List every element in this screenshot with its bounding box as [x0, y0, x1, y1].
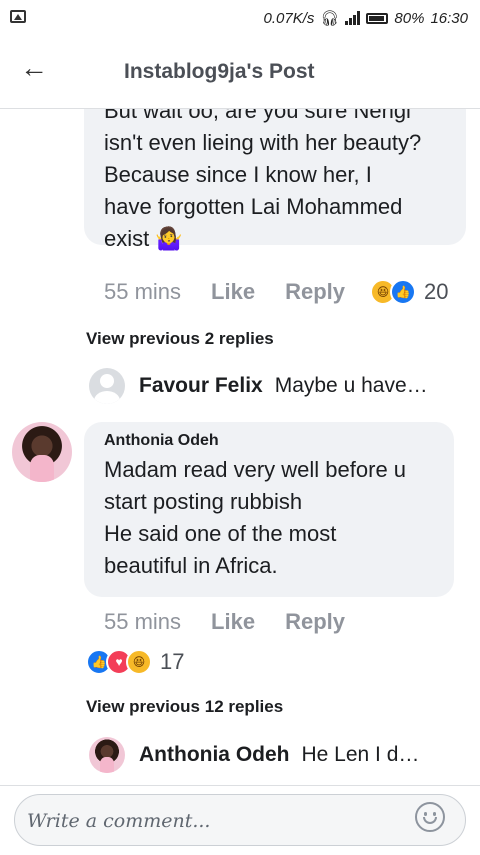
battery-icon: [366, 12, 389, 24]
comments-thread[interactable]: But wait oo, are you sure Nengi isn't ev…: [0, 109, 480, 785]
view-previous-replies[interactable]: View previous 12 replies: [86, 697, 283, 717]
comment-input[interactable]: Write a comment...: [14, 794, 466, 846]
arrow-left-icon[interactable]: ←: [20, 54, 52, 86]
signal-icon: [345, 11, 361, 25]
reaction-summary[interactable]: 👍 ♥ 😆 17: [86, 649, 184, 675]
reply-text: Maybe u have…: [274, 374, 428, 397]
app-header: ← Instablog9ja's Post: [0, 36, 480, 109]
comment-time: 55 mins: [104, 279, 182, 304]
comment-time: 55 mins: [104, 609, 182, 634]
clock: 16:30: [430, 9, 468, 27]
reaction-count: 17: [160, 649, 185, 674]
reply-button[interactable]: Reply: [285, 609, 345, 635]
reply-button[interactable]: Reply: [285, 279, 345, 305]
reply-author[interactable]: Anthonia Odeh: [139, 743, 290, 767]
reply-text: He Len I d…: [301, 743, 420, 766]
comment-composer: Write a comment...: [0, 785, 480, 855]
reaction-summary[interactable]: 😆 👍 20: [370, 279, 448, 305]
battery-level: 80%: [394, 9, 425, 27]
comment-text: But wait oo, are you sure Nengi isn't ev…: [104, 109, 422, 251]
comment-actions: 55 mins Like Reply: [104, 279, 345, 305]
reply-preview[interactable]: Anthonia Odeh He Len I d…: [89, 737, 419, 773]
reply-author[interactable]: Favour Felix: [139, 374, 263, 398]
reply-preview[interactable]: Favour Felix Maybe u have…: [89, 368, 428, 404]
comment-bubble: But wait oo, are you sure Nengi isn't ev…: [84, 109, 466, 251]
comment-author[interactable]: Anthonia Odeh: [104, 432, 434, 450]
haha-reaction-icon: 😆: [126, 649, 152, 675]
avatar[interactable]: [89, 368, 125, 404]
avatar[interactable]: [12, 422, 72, 482]
gallery-notification-icon: [10, 10, 26, 23]
status-indicators: 0.07K/s 🎧︎ 80% 16:30: [263, 9, 469, 28]
avatar[interactable]: [89, 737, 125, 773]
like-reaction-icon: 👍: [390, 279, 416, 305]
view-previous-replies[interactable]: View previous 2 replies: [86, 329, 274, 349]
comment-text: Madam read very well before u start post…: [104, 457, 407, 578]
network-speed: 0.07K/s: [263, 9, 315, 27]
like-button[interactable]: Like: [211, 609, 255, 635]
comment-bubble: Anthonia Odeh Madam read very well befor…: [84, 422, 454, 597]
status-bar: 0.07K/s 🎧︎ 80% 16:30: [0, 0, 480, 36]
comment-actions: 55 mins Like Reply: [104, 609, 345, 635]
like-button[interactable]: Like: [211, 279, 255, 305]
headphones-icon: 🎧︎: [320, 10, 340, 27]
smiley-icon[interactable]: [415, 802, 445, 832]
reaction-count: 20: [424, 279, 449, 304]
page-title: Instablog9ja's Post: [124, 60, 315, 83]
